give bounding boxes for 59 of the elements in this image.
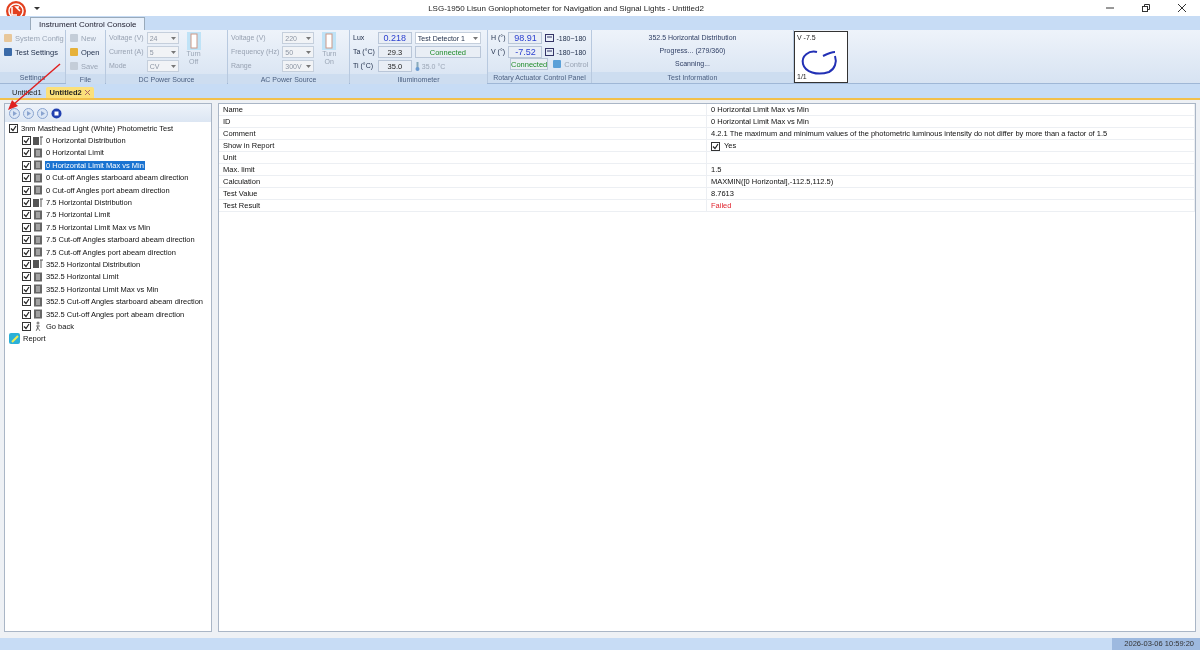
minimize-icon xyxy=(1106,4,1114,12)
checkbox[interactable] xyxy=(22,222,31,232)
checkbox[interactable] xyxy=(22,185,31,195)
checkbox[interactable] xyxy=(22,148,31,158)
caret-icon xyxy=(170,50,176,54)
range-icon xyxy=(545,34,555,42)
checkbox[interactable] xyxy=(22,210,31,220)
document-icon xyxy=(33,160,43,171)
restore-icon xyxy=(1142,4,1150,12)
switch-icon xyxy=(185,32,202,50)
chart-icon xyxy=(33,197,43,208)
chart-icon xyxy=(33,259,43,270)
checkbox[interactable] xyxy=(711,141,720,151)
document-icon xyxy=(33,284,43,295)
angle-value: -7.52 xyxy=(508,46,543,58)
checkbox[interactable] xyxy=(9,123,18,133)
document-icon xyxy=(33,234,43,245)
document-icon xyxy=(33,209,43,220)
range-icon xyxy=(545,48,555,56)
checkbox[interactable] xyxy=(22,297,31,307)
document-icon xyxy=(33,309,43,320)
checkbox[interactable] xyxy=(22,235,31,245)
close-icon xyxy=(1178,4,1186,12)
checkbox[interactable] xyxy=(22,173,31,183)
checkbox[interactable] xyxy=(22,160,31,170)
thermometer-icon xyxy=(414,61,420,71)
checkbox[interactable] xyxy=(22,198,31,208)
ribbon-tab[interactable]: Instrument Control Console xyxy=(30,17,146,30)
checkbox[interactable] xyxy=(22,284,31,294)
checkbox[interactable] xyxy=(22,321,31,331)
document-icon xyxy=(33,271,43,282)
document-icon xyxy=(33,147,43,158)
caret-icon xyxy=(472,36,478,40)
document-icon xyxy=(33,296,43,307)
checkbox[interactable] xyxy=(22,136,31,146)
window-title: LSG-1950 Lisun Goniophotometer for Navigation and Signal Lights - Untitled2 xyxy=(427,3,705,13)
play-icon[interactable] xyxy=(9,107,20,119)
document-icon xyxy=(33,222,43,233)
document-icon xyxy=(33,185,43,196)
caret-icon xyxy=(170,64,176,68)
document-icon xyxy=(33,247,43,258)
checkbox[interactable] xyxy=(22,272,31,282)
stop-icon[interactable] xyxy=(51,107,62,119)
caret-icon xyxy=(306,36,312,40)
angle-value: 98.91 xyxy=(508,32,543,44)
caret-icon xyxy=(306,50,312,54)
report-icon xyxy=(9,333,20,345)
chart-icon xyxy=(33,135,43,146)
checkbox[interactable] xyxy=(22,260,31,269)
caret-icon xyxy=(170,36,176,40)
switch-icon xyxy=(321,32,338,50)
checkbox[interactable] xyxy=(22,247,31,257)
checkbox[interactable] xyxy=(22,309,31,319)
document-icon xyxy=(33,172,43,183)
person-icon xyxy=(33,321,43,332)
close-icon[interactable] xyxy=(84,90,90,95)
quick-access-icon[interactable] xyxy=(34,5,40,11)
reading-value: 0.218 xyxy=(377,32,412,44)
caret-icon xyxy=(306,64,312,68)
